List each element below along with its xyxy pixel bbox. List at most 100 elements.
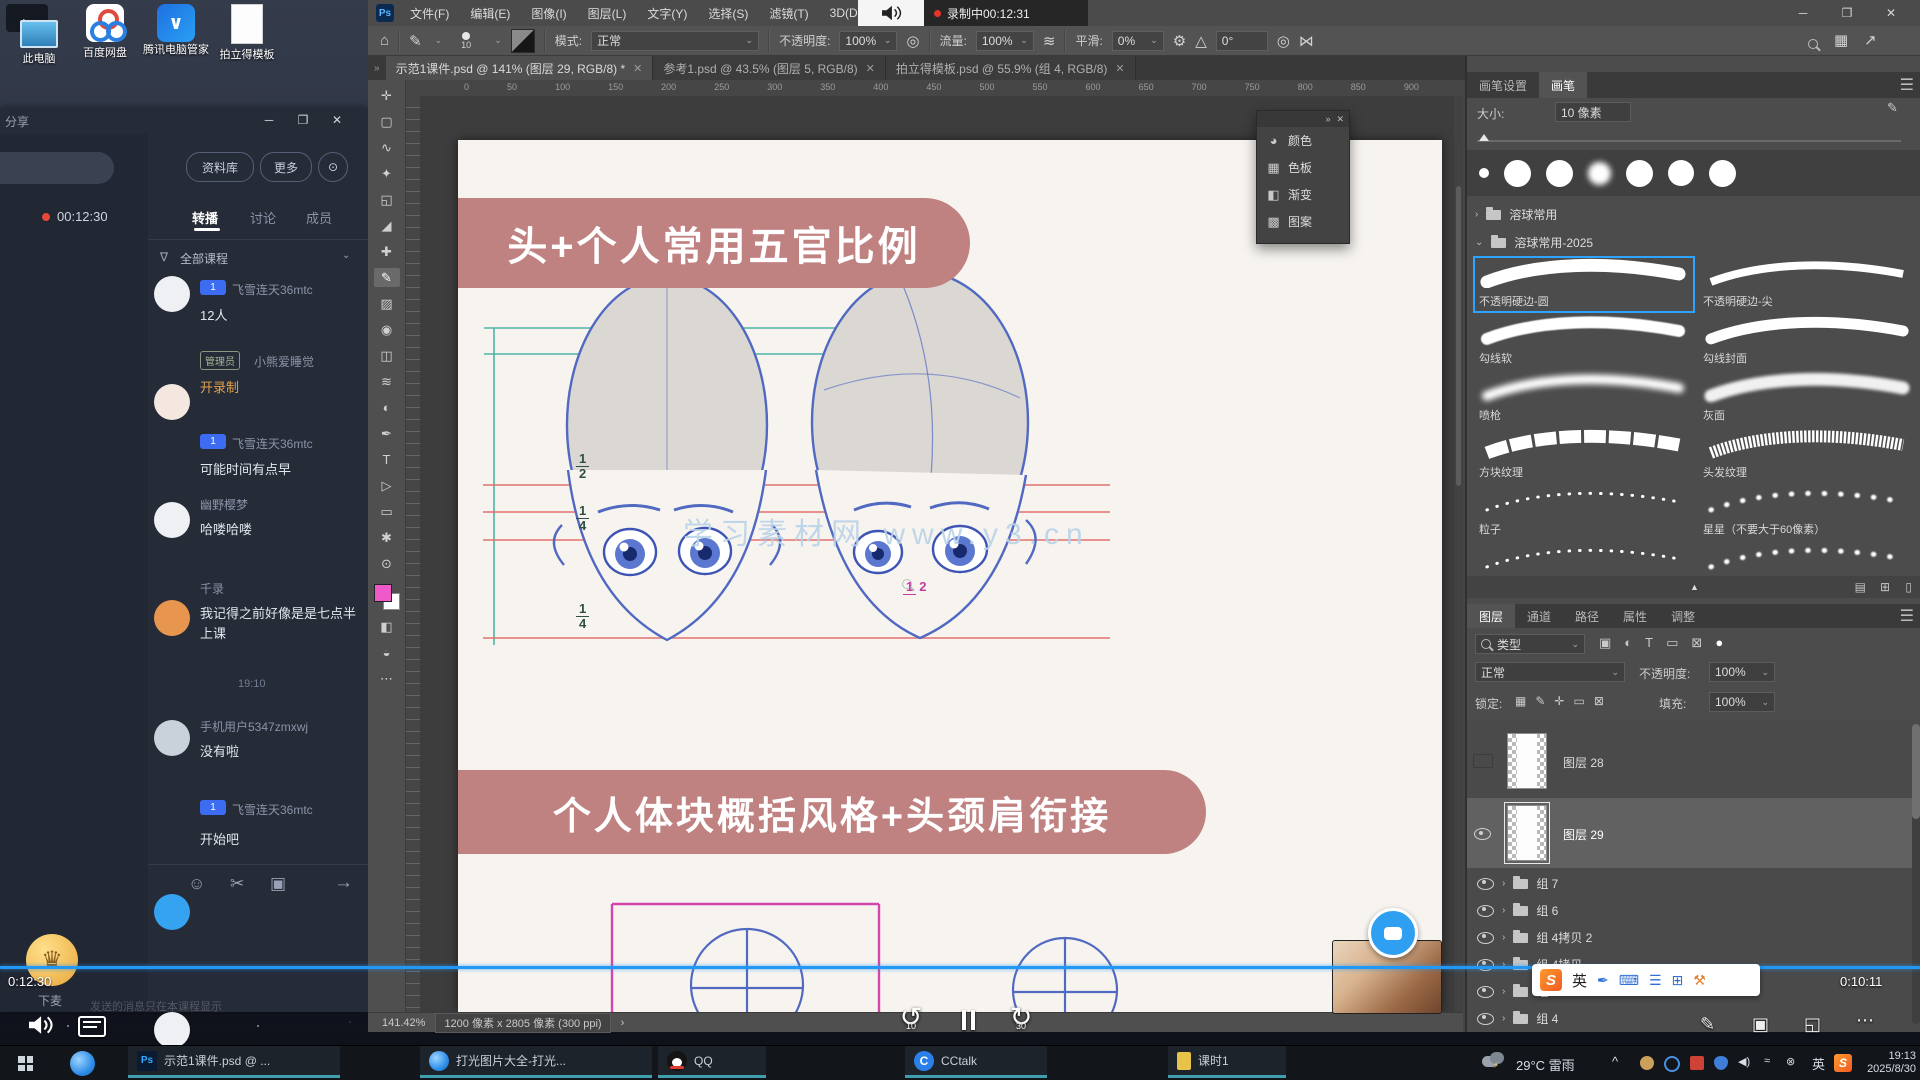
- filter-toggle-icon[interactable]: ●: [1715, 635, 1723, 651]
- chevron-down-icon[interactable]: ⌄: [342, 250, 350, 261]
- brush-tip-icon[interactable]: [1626, 160, 1653, 187]
- sogou-logo-icon[interactable]: S: [1540, 969, 1562, 991]
- ps-close-button[interactable]: ✕: [1874, 6, 1908, 20]
- menu-file[interactable]: 文件(F): [410, 5, 449, 22]
- workspace-icon[interactable]: ▦: [1834, 31, 1848, 49]
- zoom-tool-icon[interactable]: ⊙: [374, 554, 400, 573]
- taskbar-clock[interactable]: 19:132025/8/30: [1858, 1050, 1916, 1076]
- taskbar-item-lesson-doc[interactable]: 课时1: [1168, 1046, 1286, 1078]
- panel-item-color[interactable]: ◕颜色: [1257, 127, 1349, 154]
- resize-handle-icon[interactable]: ▲: [1690, 582, 1699, 592]
- keyboard-icon[interactable]: ⌨: [1619, 972, 1639, 989]
- visibility-eye-icon[interactable]: [1477, 878, 1494, 890]
- brush-preset-partial[interactable]: [1697, 541, 1919, 572]
- sogou-input-bar[interactable]: S 英 ✒ ⌨ ☰ ⊞ ⚒: [1532, 964, 1760, 996]
- menu-layer[interactable]: 图层(L): [588, 5, 627, 22]
- brush-preset[interactable]: 头发纹理: [1697, 427, 1919, 484]
- brush-tool-icon[interactable]: ✎: [374, 268, 400, 287]
- wrench-icon[interactable]: ⚒: [1693, 972, 1706, 989]
- screenshot-scissors-icon[interactable]: ✂: [230, 874, 244, 894]
- blur-tool-icon[interactable]: ◐: [374, 398, 400, 417]
- ps-minimize-button[interactable]: ─: [1786, 6, 1820, 20]
- taskbar-lang[interactable]: 英: [1812, 1054, 1825, 1073]
- message-username[interactable]: 小熊爱睡觉: [254, 353, 314, 370]
- document-tab[interactable]: 拍立得模板.psd @ 55.9% (组 4, RGB/8)✕: [886, 56, 1136, 80]
- foreground-color-swatch[interactable]: [374, 584, 392, 602]
- brush-preset[interactable]: 星星（不要大于60像素）: [1697, 484, 1919, 541]
- brush-preset-selected[interactable]: 不透明硬边-圆: [1473, 256, 1695, 313]
- tray-volume-icon[interactable]: ◀): [1738, 1055, 1750, 1068]
- panel-item-swatches[interactable]: ▦色板: [1257, 154, 1349, 181]
- tab-members[interactable]: 成员: [306, 208, 332, 227]
- close-icon[interactable]: ✕: [866, 62, 875, 75]
- avatar[interactable]: [154, 894, 190, 930]
- avatar[interactable]: [154, 384, 190, 420]
- panel-item-gradient[interactable]: ◧渐变: [1257, 181, 1349, 208]
- panel-menu-icon[interactable]: ☰: [1900, 604, 1920, 628]
- brush-edit-icon[interactable]: ✎: [1887, 100, 1898, 116]
- tab-discuss[interactable]: 讨论: [250, 208, 276, 227]
- tab-channels[interactable]: 通道: [1515, 604, 1563, 628]
- layer-name[interactable]: 图层 29: [1563, 826, 1604, 843]
- browser-icon[interactable]: [70, 1051, 95, 1076]
- quick-mask-icon[interactable]: ◧: [374, 617, 400, 636]
- brush-preset[interactable]: 喷枪: [1473, 370, 1695, 427]
- filter-shape-icon[interactable]: ▭: [1666, 635, 1678, 651]
- angle-field[interactable]: 0°: [1216, 31, 1268, 51]
- slider-marker[interactable]: [1479, 134, 1489, 141]
- tray-expand-chevron[interactable]: ^: [1612, 1054, 1618, 1069]
- shape-tool-icon[interactable]: ▭: [374, 502, 400, 521]
- screen-mode-icon[interactable]: ◒: [374, 643, 400, 662]
- new-group-icon[interactable]: ▤: [1855, 580, 1866, 594]
- group-row[interactable]: ›组 6: [1467, 897, 1920, 924]
- size-slider[interactable]: [1477, 140, 1901, 142]
- shrink-player-icon[interactable]: ◱: [1804, 1014, 1821, 1035]
- chat-minimize-button[interactable]: ─: [252, 113, 286, 127]
- filter-funnel-icon[interactable]: ∇: [160, 250, 168, 264]
- taskbar-item-qq[interactable]: QQ: [658, 1046, 766, 1078]
- group-row[interactable]: ›组 4: [1467, 1005, 1920, 1032]
- tab-layers[interactable]: 图层: [1467, 604, 1515, 628]
- collapse-icon[interactable]: »: [1325, 114, 1330, 124]
- tab-broadcast[interactable]: 转播: [192, 208, 218, 227]
- lock-move-icon[interactable]: ✛: [1554, 694, 1564, 708]
- gradient-tool-icon[interactable]: ≋: [374, 372, 400, 391]
- library-button[interactable]: 资料库: [186, 152, 254, 182]
- tray-network-icon[interactable]: ≈: [1764, 1055, 1770, 1067]
- filter-type-icon[interactable]: T: [1645, 635, 1653, 651]
- brush-tip-icon[interactable]: [1709, 160, 1736, 187]
- opacity-select[interactable]: 100%⌄: [839, 31, 897, 51]
- visibility-eye-icon[interactable]: [1477, 932, 1494, 944]
- pressure-size-icon[interactable]: ◎: [1277, 32, 1290, 50]
- flow-select[interactable]: 100%⌄: [976, 31, 1034, 51]
- menu-filter[interactable]: 滤镜(T): [769, 5, 808, 22]
- close-icon[interactable]: ✕: [1336, 114, 1344, 125]
- tab-overflow-icon[interactable]: »: [368, 56, 386, 80]
- zoom-level[interactable]: 141.42%: [382, 1017, 425, 1029]
- layer-row[interactable]: 图层 28: [1467, 726, 1920, 796]
- rewind-10-button[interactable]: ↺10: [893, 1002, 929, 1038]
- brush-preview[interactable]: 10: [451, 32, 481, 50]
- chat-bubble-button[interactable]: [1368, 908, 1418, 958]
- menu-image[interactable]: 图像(I): [531, 5, 566, 22]
- quick-select-tool-icon[interactable]: ✦: [374, 164, 400, 183]
- tray-shield-icon[interactable]: [1714, 1056, 1728, 1070]
- avatar[interactable]: [154, 1012, 190, 1048]
- filter-label[interactable]: 全部课程: [180, 250, 228, 267]
- document-tab[interactable]: 参考1.psd @ 43.5% (图层 5, RGB/8)✕: [653, 56, 885, 80]
- brush-tool-icon[interactable]: ✎: [409, 32, 422, 50]
- share-icon[interactable]: ↗: [1864, 31, 1877, 49]
- brush-preset[interactable]: 勾线软: [1473, 313, 1695, 370]
- close-icon[interactable]: ✕: [633, 62, 642, 75]
- brush-tip-icon[interactable]: [1588, 162, 1611, 185]
- canvas[interactable]: 学习素材网 www.y3.cn 头+个人常用五官比例 个人体块概括风格+头颈肩衔…: [458, 140, 1442, 1012]
- pen-tool-icon[interactable]: ✒: [374, 424, 400, 443]
- panel-menu-icon[interactable]: ☰: [1900, 72, 1920, 98]
- close-icon[interactable]: ✕: [1115, 62, 1124, 75]
- hand-tool-icon[interactable]: ✱: [374, 528, 400, 547]
- image-icon[interactable]: ▣: [270, 874, 286, 894]
- whiteboard-icon[interactable]: ▣: [1752, 1014, 1769, 1035]
- message-username[interactable]: 飞雪连天36mtc: [232, 801, 313, 818]
- chat-close-button[interactable]: ✕: [320, 113, 354, 127]
- taskbar-item-photoshop[interactable]: Ps 示范1课件.psd @ ...: [128, 1046, 340, 1078]
